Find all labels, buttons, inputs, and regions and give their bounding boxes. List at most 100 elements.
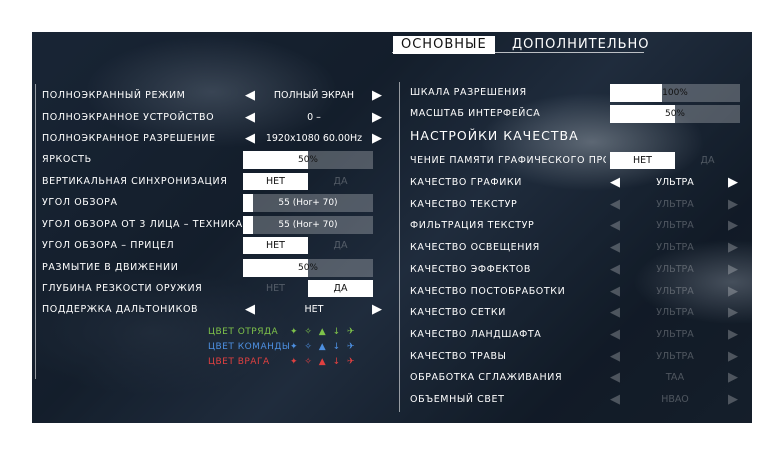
row-postprocess-quality[interactable]: КАЧЕСТВО ПОСТОБРАБОТКИ ◀ УЛЬТРА ▶ <box>410 282 745 302</box>
effects-quality-next-arrow-icon[interactable]: ▶ <box>728 260 738 280</box>
motion-blur-slider[interactable]: 50% <box>243 259 373 277</box>
lighting-quality-prev-arrow-icon[interactable]: ◀ <box>610 238 620 258</box>
colorblind-value: НЕТ <box>304 304 324 315</box>
gpu-memory-label: ЧЕНИЕ ПАМЯТИ ГРАФИЧЕСКОГО ПРО <box>410 155 606 166</box>
row-grass-quality[interactable]: КАЧЕСТВО ТРАВЫ ◀ УЛЬТРА ▶ <box>410 347 745 367</box>
fullscreen-mode-prev-arrow-icon[interactable]: ◀ <box>245 86 255 106</box>
weapon-dof-label: ГЛУБИНА РЕЗКОСТИ ОРУЖИЯ <box>42 283 203 294</box>
mesh-quality-next-arrow-icon[interactable]: ▶ <box>728 303 738 323</box>
gpu-memory-option-on[interactable]: ДА <box>675 152 740 169</box>
row-fov[interactable]: УГОЛ ОБЗОРА 55 (Hor+ 70) <box>42 193 382 213</box>
tab-underline <box>392 52 644 53</box>
graphics-quality-prev-arrow-icon[interactable]: ◀ <box>610 173 620 193</box>
postprocess-quality-prev-arrow-icon[interactable]: ◀ <box>610 282 620 302</box>
row-resolution-scale[interactable]: ШКАЛА РАЗРЕШЕНИЯ 100% <box>410 83 745 103</box>
vsync-option-on[interactable]: ДА <box>308 173 373 190</box>
brightness-label: ЯРКОСТЬ <box>42 154 92 165</box>
brightness-value: 50% <box>297 155 318 165</box>
enemy-unit-icons: ✦ ✧ ▲ ↓ ✈ <box>290 357 357 367</box>
texture-filtering-prev-arrow-icon[interactable]: ◀ <box>610 216 620 236</box>
row-texture-filtering[interactable]: ФИЛЬТРАЦИЯ ТЕКСТУР ◀ УЛЬТРА ▶ <box>410 216 745 236</box>
colorblind-next-arrow-icon[interactable]: ▶ <box>372 300 382 320</box>
row-mesh-quality[interactable]: КАЧЕСТВО СЕТКИ ◀ УЛЬТРА ▶ <box>410 303 745 323</box>
mesh-quality-prev-arrow-icon[interactable]: ◀ <box>610 303 620 323</box>
graphics-quality-next-arrow-icon[interactable]: ▶ <box>728 173 738 193</box>
texture-quality-label: КАЧЕСТВО ТЕКСТУР <box>410 198 518 210</box>
row-ui-scale[interactable]: МАСШТАБ ИНТЕРФЕЙСА 50% <box>410 104 745 124</box>
ui-scale-slider[interactable]: 50% <box>610 105 740 123</box>
fov-slider[interactable]: 55 (Hor+ 70) <box>243 194 373 212</box>
fullscreen-mode-next-arrow-icon[interactable]: ▶ <box>372 86 382 106</box>
weapon-dof-option-on[interactable]: ДА <box>308 280 373 297</box>
gpu-memory-toggle[interactable]: НЕТ ДА <box>610 152 740 169</box>
row-vsync[interactable]: ВЕРТИКАЛЬНАЯ СИНХРОНИЗАЦИЯ НЕТ ДА <box>42 172 382 192</box>
fov-ads-option-off[interactable]: НЕТ <box>243 237 308 254</box>
texture-quality-value: УЛЬТРА <box>656 198 694 210</box>
texture-quality-prev-arrow-icon[interactable]: ◀ <box>610 195 620 215</box>
colorblind-prev-arrow-icon[interactable]: ◀ <box>245 300 255 320</box>
row-fullscreen-mode[interactable]: ПОЛНОЭКРАННЫЙ РЕЖИМ ◀ ПОЛНЫЙ ЭКРАН ▶ <box>42 86 382 106</box>
quality-settings-heading: НАСТРОЙКИ КАЧЕСТВА <box>410 128 579 143</box>
terrain-quality-label: КАЧЕСТВО ЛАНДШАФТА <box>410 328 542 340</box>
fullscreen-resolution-next-arrow-icon[interactable]: ▶ <box>372 129 382 149</box>
grass-quality-prev-arrow-icon[interactable]: ◀ <box>610 347 620 367</box>
terrain-quality-prev-arrow-icon[interactable]: ◀ <box>610 325 620 345</box>
row-lighting-quality[interactable]: КАЧЕСТВО ОСВЕЩЕНИЯ ◀ УЛЬТРА ▶ <box>410 238 745 258</box>
weapon-dof-option-off[interactable]: НЕТ <box>243 280 308 297</box>
fullscreen-resolution-value: 1920x1080 60.00Hz <box>265 133 363 144</box>
row-motion-blur[interactable]: РАЗМЫТИЕ В ДВИЖЕНИИ 50% <box>42 258 382 278</box>
volumetric-light-prev-arrow-icon[interactable]: ◀ <box>610 390 620 410</box>
row-fov-vehicle[interactable]: УГОЛ ОБЗОРА ОТ 3 ЛИЦА – ТЕХНИКА 55 (Hor+… <box>42 215 382 235</box>
brightness-slider[interactable]: 50% <box>243 151 373 169</box>
resolution-scale-label: ШКАЛА РАЗРЕШЕНИЯ <box>410 87 527 98</box>
volumetric-light-next-arrow-icon[interactable]: ▶ <box>728 390 738 410</box>
resolution-scale-slider[interactable]: 100% <box>610 84 740 102</box>
row-terrain-quality[interactable]: КАЧЕСТВО ЛАНДШАФТА ◀ УЛЬТРА ▶ <box>410 325 745 345</box>
row-fov-ads[interactable]: УГОЛ ОБЗОРА – ПРИЦЕЛ НЕТ ДА <box>42 236 382 256</box>
row-colorblind[interactable]: ПОДДЕРЖКА ДАЛЬТОНИКОВ ◀ НЕТ ▶ <box>42 300 382 320</box>
lighting-quality-next-arrow-icon[interactable]: ▶ <box>728 238 738 258</box>
fov-label: УГОЛ ОБЗОРА <box>42 197 118 208</box>
settings-screen: ОСНОВНЫЕ ДОПОЛНИТЕЛЬНО ПОЛНОЭКРАННЫЙ РЕЖ… <box>32 32 752 423</box>
effects-quality-prev-arrow-icon[interactable]: ◀ <box>610 260 620 280</box>
fullscreen-device-prev-arrow-icon[interactable]: ◀ <box>245 108 255 128</box>
fullscreen-device-next-arrow-icon[interactable]: ▶ <box>372 108 382 128</box>
team-color-label: ЦВЕТ КОМАНДЫ <box>208 342 291 352</box>
terrain-quality-next-arrow-icon[interactable]: ▶ <box>728 325 738 345</box>
texture-filtering-next-arrow-icon[interactable]: ▶ <box>728 216 738 236</box>
row-fullscreen-device[interactable]: ПОЛНОЭКРАННОЕ УСТРОЙСТВО ◀ 0 – ▶ <box>42 108 382 128</box>
fov-ads-toggle[interactable]: НЕТ ДА <box>243 237 373 254</box>
vsync-label: ВЕРТИКАЛЬНАЯ СИНХРОНИЗАЦИЯ <box>42 176 228 187</box>
texture-quality-next-arrow-icon[interactable]: ▶ <box>728 195 738 215</box>
weapon-dof-toggle[interactable]: НЕТ ДА <box>243 280 373 297</box>
vsync-toggle[interactable]: НЕТ ДА <box>243 173 373 190</box>
antialiasing-next-arrow-icon[interactable]: ▶ <box>728 368 738 388</box>
fullscreen-device-label: ПОЛНОЭКРАННОЕ УСТРОЙСТВО <box>42 112 215 123</box>
row-fullscreen-resolution[interactable]: ПОЛНОЭКРАННОЕ РАЗРЕШЕНИЕ ◀ 1920x1080 60.… <box>42 129 382 149</box>
fov-ads-option-on[interactable]: ДА <box>308 237 373 254</box>
row-graphics-quality[interactable]: КАЧЕСТВО ГРАФИКИ ◀ УЛЬТРА ▶ <box>410 173 745 193</box>
antialiasing-value: TAA <box>665 372 685 384</box>
effects-quality-value: УЛЬТРА <box>656 263 694 275</box>
squad-color-label: ЦВЕТ ОТРЯДА <box>208 327 279 337</box>
antialiasing-label: ОБРАБОТКА СГЛАЖИВАНИЯ <box>410 372 563 384</box>
row-brightness[interactable]: ЯРКОСТЬ 50% <box>42 150 382 170</box>
row-weapon-dof[interactable]: ГЛУБИНА РЕЗКОСТИ ОРУЖИЯ НЕТ ДА <box>42 279 382 299</box>
texture-filtering-value: УЛЬТРА <box>656 220 694 232</box>
row-effects-quality[interactable]: КАЧЕСТВО ЭФФЕКТОВ ◀ УЛЬТРА ▶ <box>410 260 745 280</box>
row-antialiasing[interactable]: ОБРАБОТКА СГЛАЖИВАНИЯ ◀ TAA ▶ <box>410 368 745 388</box>
row-texture-quality[interactable]: КАЧЕСТВО ТЕКСТУР ◀ УЛЬТРА ▶ <box>410 195 745 215</box>
fov-value: 55 (Hor+ 70) <box>278 198 338 208</box>
lighting-quality-value: УЛЬТРА <box>656 242 694 254</box>
fov-vehicle-slider[interactable]: 55 (Hor+ 70) <box>243 216 373 234</box>
fullscreen-resolution-prev-arrow-icon[interactable]: ◀ <box>245 129 255 149</box>
row-volumetric-light[interactable]: ОБЪЕМНЫЙ СВЕТ ◀ HBAO ▶ <box>410 390 745 410</box>
antialiasing-prev-arrow-icon[interactable]: ◀ <box>610 368 620 388</box>
postprocess-quality-next-arrow-icon[interactable]: ▶ <box>728 282 738 302</box>
volumetric-light-value: HBAO <box>661 394 689 405</box>
fov-vehicle-label: УГОЛ ОБЗОРА ОТ 3 ЛИЦА – ТЕХНИКА <box>42 219 243 230</box>
vsync-option-off[interactable]: НЕТ <box>243 173 308 190</box>
grass-quality-next-arrow-icon[interactable]: ▶ <box>728 347 738 367</box>
gpu-memory-option-off[interactable]: НЕТ <box>610 152 675 169</box>
row-gpu-memory[interactable]: ЧЕНИЕ ПАМЯТИ ГРАФИЧЕСКОГО ПРО НЕТ ДА <box>410 151 745 171</box>
